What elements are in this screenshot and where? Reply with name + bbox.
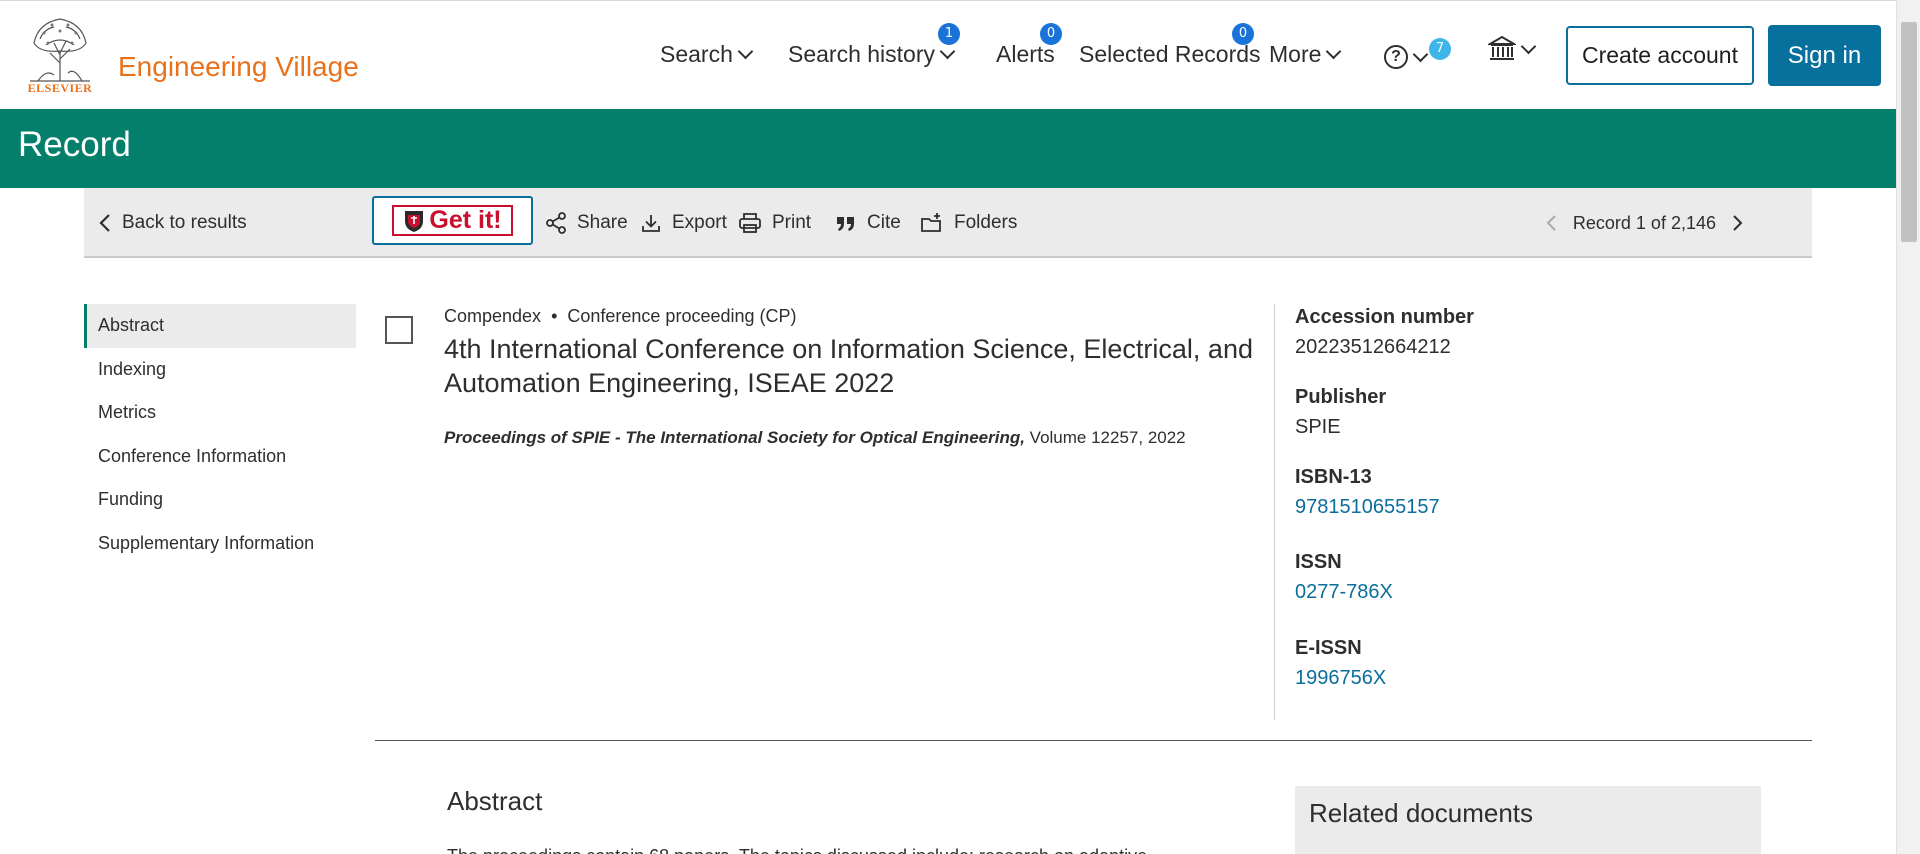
eissn-label: E-ISSN <box>1295 637 1362 659</box>
related-documents-heading: Related documents <box>1309 798 1534 828</box>
top-header: ELSEVIER Engineering Village Search Sear… <box>0 0 1896 109</box>
print-label: Print <box>772 212 812 233</box>
chevron-down-icon <box>1326 43 1342 60</box>
eissn-link[interactable]: 1996756X <box>1295 667 1715 690</box>
section-divider <box>375 740 1812 741</box>
issn: ISSN 0277-786X <box>1295 551 1715 637</box>
record-source-detail: Volume 12257, 2022 <box>1029 428 1186 447</box>
section-nav-abstract[interactable]: Abstract <box>84 304 356 348</box>
institution-icon <box>1488 35 1516 60</box>
related-documents-panel: Related documents <box>1295 786 1761 854</box>
elsevier-wordmark: ELSEVIER <box>27 81 93 95</box>
isbn: ISBN-13 9781510655157 <box>1295 466 1715 551</box>
export-label: Export <box>672 212 727 233</box>
record-source: Proceedings of SPIE - The International … <box>444 428 1186 448</box>
record-database: Compendex <box>444 306 542 326</box>
publisher-label: Publisher <box>1295 386 1387 408</box>
publisher-value: SPIE <box>1295 416 1341 438</box>
nav-more-label: More <box>1269 41 1322 67</box>
nav-alerts-label: Alerts <box>996 41 1055 67</box>
chevron-right-icon[interactable] <box>1732 214 1744 232</box>
section-nav: Abstract Indexing Metrics Conference Inf… <box>84 304 356 565</box>
nav-search-label: Search <box>660 41 733 67</box>
printer-icon <box>739 213 761 233</box>
sign-in-button[interactable]: Sign in <box>1768 25 1881 86</box>
section-nav-funding[interactable]: Funding <box>84 478 356 522</box>
issn-link[interactable]: 0277-786X <box>1295 581 1715 604</box>
section-nav-metrics[interactable]: Metrics <box>84 391 356 435</box>
chevron-left-icon <box>99 214 110 232</box>
chevron-down-icon <box>1520 38 1537 54</box>
nav-alerts[interactable]: Alerts <box>996 41 1055 68</box>
isbn-label: ISBN-13 <box>1295 466 1372 488</box>
share-icon <box>546 212 566 234</box>
back-to-results-link[interactable]: Back to results <box>98 188 247 258</box>
folders-button[interactable]: Folders <box>920 188 1017 258</box>
section-nav-indexing[interactable]: Indexing <box>84 348 356 392</box>
nav-help[interactable]: ? <box>1384 45 1429 69</box>
help-badge: 7 <box>1429 38 1451 60</box>
get-it-button[interactable]: Get it! <box>372 196 533 245</box>
folders-label: Folders <box>954 212 1018 233</box>
chevron-down-icon <box>1412 46 1429 62</box>
nav-selected-records[interactable]: Selected Records <box>1079 41 1261 68</box>
page-title-bar: Record <box>0 109 1896 188</box>
brand-name[interactable]: Engineering Village <box>118 51 359 83</box>
accession-number: Accession number 20223512664212 <box>1295 306 1715 386</box>
record-pager: Record 1 of 2,146 <box>1545 188 1744 258</box>
cite-button[interactable]: Cite <box>835 188 901 258</box>
isbn-link[interactable]: 9781510655157 <box>1295 496 1715 519</box>
export-button[interactable]: Export <box>640 188 727 258</box>
back-to-results-label: Back to results <box>122 212 247 233</box>
chevron-down-icon <box>939 43 956 60</box>
download-icon <box>642 215 660 232</box>
print-button[interactable]: Print <box>738 188 811 258</box>
scrollbar-thumb[interactable] <box>1901 22 1917 242</box>
separator-dot: • <box>551 306 558 326</box>
crest-icon <box>405 210 424 232</box>
column-divider <box>1274 304 1275 720</box>
nav-search[interactable]: Search <box>660 41 754 68</box>
selected-records-badge: 0 <box>1232 23 1254 45</box>
elsevier-logo[interactable]: ELSEVIER <box>24 13 96 95</box>
accession-number-value: 20223512664212 <box>1295 336 1451 358</box>
select-record-checkbox[interactable] <box>385 316 413 344</box>
share-label: Share <box>577 212 628 233</box>
alerts-badge: 0 <box>1040 23 1062 45</box>
share-button[interactable]: Share <box>545 188 628 258</box>
section-nav-conference-information[interactable]: Conference Information <box>84 435 356 479</box>
nav-selected-records-label: Selected Records <box>1079 41 1261 67</box>
record-doc-type: Conference proceeding (CP) <box>567 306 797 326</box>
record-position: Record 1 of 2,146 <box>1572 212 1716 233</box>
accession-number-label: Accession number <box>1295 306 1474 328</box>
chevron-down-icon <box>737 43 754 60</box>
record-details: Accession number 20223512664212 Publishe… <box>1295 306 1715 690</box>
issn-label: ISSN <box>1295 551 1342 573</box>
abstract-heading: Abstract <box>447 786 543 816</box>
page-scrollbar[interactable] <box>1896 0 1920 854</box>
record-toolbar: Back to results Get it! Share Export Pri… <box>84 188 1812 258</box>
section-nav-supplementary-information[interactable]: Supplementary Information <box>84 522 356 566</box>
nav-more[interactable]: More <box>1269 41 1342 68</box>
folder-add-icon <box>921 213 941 232</box>
nav-institution[interactable] <box>1488 35 1537 63</box>
page-title: Record <box>18 125 131 164</box>
publisher: Publisher SPIE <box>1295 386 1715 466</box>
eissn: E-ISSN 1996756X <box>1295 637 1715 690</box>
create-account-button[interactable]: Create account <box>1566 26 1754 85</box>
quote-icon <box>837 217 854 231</box>
help-icon: ? <box>1384 45 1408 69</box>
get-it-label: Get it! <box>429 206 502 234</box>
nav-search-history[interactable]: Search history <box>788 41 956 68</box>
get-it-badge: Get it! <box>392 205 513 236</box>
chevron-left-icon[interactable] <box>1545 214 1557 232</box>
abstract-text: The proceedings contain 68 papers. The t… <box>447 846 1162 854</box>
record-title: 4th International Conference on Informat… <box>444 334 1253 398</box>
search-history-badge: 1 <box>938 23 960 45</box>
record-meta: Compendex • Conference proceeding (CP) <box>444 306 797 327</box>
elsevier-tree-icon <box>30 18 90 82</box>
cite-label: Cite <box>867 212 901 233</box>
record-source-journal: Proceedings of SPIE - The International … <box>444 428 1025 447</box>
nav-search-history-label: Search history <box>788 41 936 67</box>
